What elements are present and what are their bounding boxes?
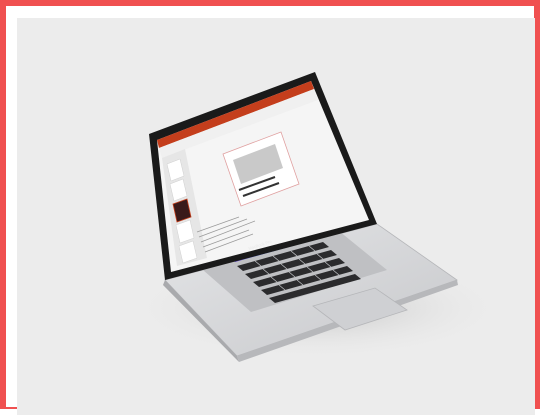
photo-scene: MacBook Pro [17, 18, 535, 415]
laptop-illustration: MacBook Pro [127, 72, 507, 362]
image-frame: MacBook Pro [0, 0, 540, 415]
